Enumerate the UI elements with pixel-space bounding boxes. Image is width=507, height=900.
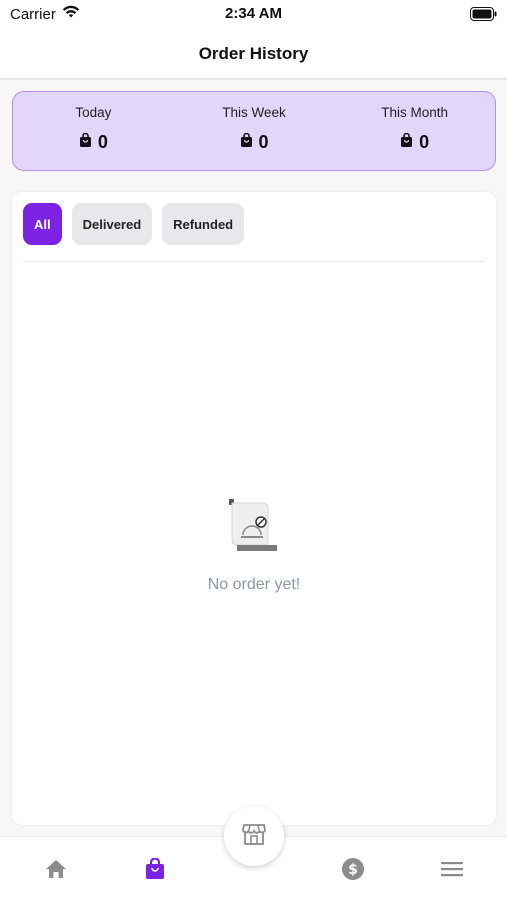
order-summary-card: Today 0 This Week 0 This Month 0	[12, 91, 496, 171]
page-title: Order History	[198, 44, 309, 63]
status-time: 2:34 AM	[225, 5, 282, 22]
dollar-icon: $	[341, 857, 365, 886]
screen: Carrier 2:34 AM Order History Today 0 Th…	[0, 0, 507, 900]
orders-card: All Delivered Refunded No order yet!	[12, 192, 496, 825]
summary-value-row: 0	[240, 132, 269, 153]
summary-value: 0	[258, 132, 269, 152]
summary-value: 0	[419, 132, 430, 152]
store-button[interactable]	[224, 806, 284, 866]
summary-label: This Month	[381, 105, 449, 120]
summary-label: This Week	[222, 105, 286, 120]
status-bar: Carrier 2:34 AM	[0, 0, 507, 30]
empty-state: No order yet!	[12, 497, 496, 594]
bag-icon	[240, 132, 253, 152]
menu-icon	[441, 861, 463, 882]
store-icon	[242, 823, 266, 850]
bag-icon	[79, 132, 92, 152]
divider	[23, 261, 485, 262]
summary-this-week: This Week 0	[174, 92, 335, 170]
summary-label: Today	[75, 105, 112, 120]
nav-home[interactable]	[42, 857, 70, 885]
tab-refunded[interactable]: Refunded	[162, 203, 245, 245]
tab-all[interactable]: All	[23, 203, 62, 245]
battery-icon	[470, 7, 497, 26]
orders-bag-icon	[145, 856, 165, 885]
summary-this-month: This Month 0	[334, 92, 495, 170]
summary-today: Today 0	[13, 92, 174, 170]
svg-text:$: $	[348, 862, 358, 878]
summary-value: 0	[97, 132, 108, 152]
empty-order-icon	[225, 497, 283, 558]
nav-menu[interactable]	[438, 857, 466, 885]
nav-orders[interactable]	[141, 856, 169, 885]
empty-state-text: No order yet!	[207, 576, 301, 593]
summary-value-row: 0	[400, 132, 429, 153]
home-icon	[45, 859, 67, 884]
tab-delivered[interactable]: Delivered	[71, 203, 153, 245]
bag-icon	[400, 132, 413, 152]
nav-header: Order History	[0, 30, 507, 80]
nav-payments[interactable]: $	[339, 857, 367, 885]
summary-value-row: 0	[79, 132, 108, 153]
filter-tabs: All Delivered Refunded	[23, 203, 245, 245]
